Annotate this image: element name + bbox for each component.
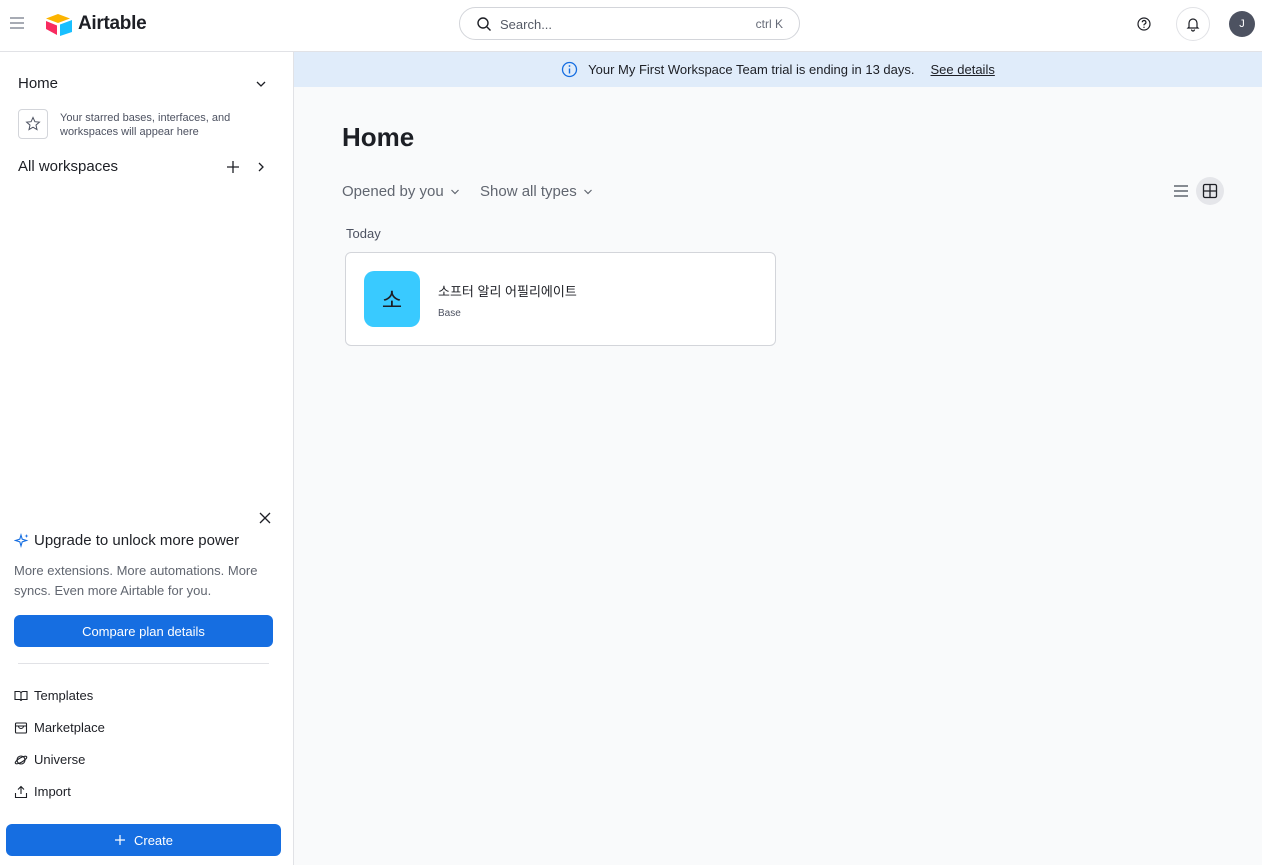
base-name: 소프터 알리 어필리에이트: [438, 284, 577, 299]
opened-by-label: Opened by you: [342, 183, 444, 200]
help-icon: [1137, 17, 1151, 31]
top-bar: Airtable ctrl K J: [0, 0, 1262, 52]
close-icon[interactable]: [258, 511, 272, 530]
search-icon: [476, 16, 492, 37]
sidebar-item-universe[interactable]: Universe: [14, 752, 85, 767]
marketplace-icon: [14, 721, 28, 734]
type-filter-label: Show all types: [480, 183, 577, 200]
base-type: Base: [438, 308, 461, 319]
search-box[interactable]: ctrl K: [459, 7, 800, 40]
info-icon: [562, 61, 578, 78]
grid-view-icon[interactable]: [1196, 177, 1224, 205]
planet-icon: [14, 754, 28, 765]
sidebar-item-label: Marketplace: [34, 720, 105, 735]
see-details-link[interactable]: See details: [931, 62, 995, 77]
airtable-logo[interactable]: Airtable: [45, 12, 147, 36]
help-button[interactable]: [1132, 12, 1156, 36]
sidebar-item-home[interactable]: Home: [18, 75, 58, 92]
chevron-down-icon: [583, 189, 592, 194]
logo-text: Airtable: [78, 13, 147, 34]
menu-icon[interactable]: [8, 14, 26, 32]
add-workspace-icon[interactable]: [225, 159, 241, 180]
search-shortcut: ctrl K: [755, 17, 783, 31]
base-icon: 소: [364, 271, 420, 327]
chevron-down-icon[interactable]: [255, 77, 267, 95]
airtable-logo-icon: [46, 14, 72, 36]
create-button-label: Create: [133, 832, 174, 848]
sidebar-item-label: Templates: [34, 688, 94, 703]
avatar[interactable]: J: [1229, 11, 1255, 37]
page-title: Home: [342, 122, 415, 152]
sidebar-item-all-workspaces[interactable]: All workspaces: [18, 158, 118, 175]
chevron-down-icon: [450, 189, 459, 194]
sparkle-icon: [14, 532, 29, 548]
divider: [18, 663, 269, 664]
sidebar-item-label: Universe: [34, 752, 86, 767]
upload-icon: [14, 785, 28, 798]
compare-plan-button[interactable]: Compare plan details: [14, 615, 273, 647]
trial-banner: Your My First Workspace Team trial is en…: [294, 52, 1262, 87]
opened-by-filter[interactable]: Opened by you: [342, 183, 460, 200]
book-icon: [14, 690, 28, 701]
upgrade-title: Upgrade to unlock more power: [14, 532, 239, 549]
upgrade-title-text: Upgrade to unlock more power: [34, 532, 240, 549]
create-button[interactable]: Create: [6, 824, 281, 856]
base-card[interactable]: 소 소프터 알리 어필리에이트 Base: [345, 252, 776, 346]
sidebar: Home Your starred bases, interfaces, and…: [0, 52, 294, 865]
search-input[interactable]: [500, 15, 720, 33]
plus-icon: [114, 835, 125, 845]
notifications-button[interactable]: [1176, 7, 1210, 41]
bell-icon: [1186, 18, 1200, 32]
sidebar-item-marketplace[interactable]: Marketplace: [14, 720, 105, 735]
upgrade-description: More extensions. More automations. More …: [14, 563, 258, 598]
star-icon: [25, 116, 41, 131]
list-view-icon[interactable]: [1172, 183, 1190, 204]
starred-hint: Your starred bases, interfaces, and work…: [60, 112, 231, 138]
main-content: Your My First Workspace Team trial is en…: [294, 52, 1262, 865]
sidebar-item-import[interactable]: Import: [14, 784, 71, 799]
chevron-right-icon[interactable]: [255, 160, 267, 178]
sidebar-item-templates[interactable]: Templates: [14, 688, 93, 703]
star-placeholder: [18, 109, 48, 139]
section-today: Today: [346, 226, 381, 241]
banner-text: Your My First Workspace Team trial is en…: [588, 62, 915, 77]
type-filter[interactable]: Show all types: [480, 183, 593, 200]
sidebar-item-label: Import: [34, 784, 71, 799]
